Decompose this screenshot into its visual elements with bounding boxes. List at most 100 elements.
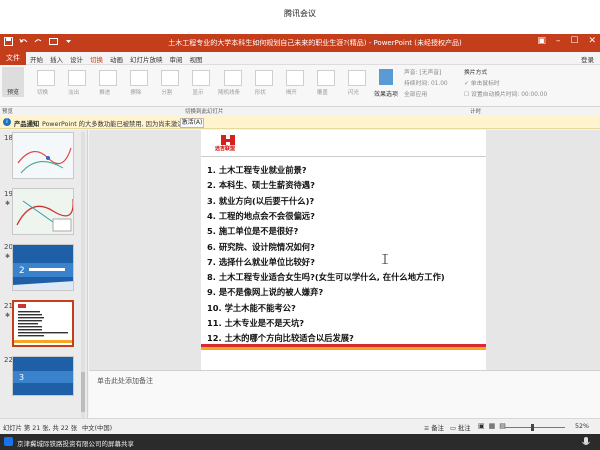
document-title: 土木工程专业的大学本科生如何规划自己未来的职业生涯?(精品) - PowerPo… — [168, 39, 462, 47]
window-controls: ▣ – ☐ ✕ — [537, 36, 596, 46]
transition-option[interactable]: 闪光 — [339, 67, 368, 99]
question-item: 7. 选择什么就业单位比较好? — [207, 256, 315, 267]
transition-option[interactable]: 擦除 — [121, 67, 150, 99]
minimize-icon[interactable]: – — [556, 36, 561, 46]
notes-toggle-label: 备注 — [431, 425, 444, 432]
current-slide[interactable]: 远吉联盟 1. 土木工程专业就业前景? 2. 本科生、硕士生薪资待遇? 3. 就业方… — [201, 130, 486, 370]
ribbon: 预览 切换 淡出 推进 擦除 分割 显示 随机线条 形状 揭开 覆盖 闪光 效果选项 声音: [无声… — [0, 65, 600, 107]
question-item: 3. 就业方向(以后要干什么)? — [207, 195, 315, 206]
screen-share-icon — [4, 437, 13, 446]
effect-options-button[interactable]: 效果选项 — [372, 67, 400, 101]
microphone-icon[interactable] — [580, 436, 592, 448]
sound-select[interactable]: 声音: [无声音] — [404, 68, 448, 79]
question-item: 12. 土木的哪个方向比较适合以后发展? — [207, 333, 354, 344]
slide-sorter-icon[interactable]: ▦ — [489, 422, 496, 430]
reading-view-icon[interactable]: ▤ — [499, 422, 506, 430]
transition-star-icon: ✱ — [5, 253, 11, 260]
zoom-slider[interactable] — [505, 427, 565, 428]
question-item: 9. 是不是像网上说的被人嫌弃? — [207, 287, 324, 298]
menu-tab[interactable]: 幻灯片放映 — [130, 54, 163, 64]
slide-thumbnail-19[interactable] — [12, 188, 74, 235]
menu-tab[interactable]: 动画 — [110, 54, 123, 64]
transition-option[interactable]: 随机线条 — [215, 67, 244, 99]
screen-share-bar: 京津冀城际铁路投资有限公司的屏幕共享 — [0, 434, 600, 450]
customize-qat-icon[interactable] — [64, 37, 73, 46]
question-item: 4. 工程的地点会不会很偏远? — [207, 210, 315, 221]
meeting-top-bar: 腾讯会议 — [0, 0, 600, 34]
preview-button[interactable]: 预览 — [2, 67, 24, 97]
notice-title: 产品通知 — [14, 121, 40, 128]
info-icon: i — [3, 118, 11, 126]
transition-gallery: 切换 淡出 推进 擦除 分割 显示 随机线条 形状 揭开 覆盖 闪光 — [28, 67, 368, 99]
notes-placeholder[interactable]: 单击此处添加备注 — [97, 376, 153, 386]
transition-option[interactable]: 覆盖 — [308, 67, 337, 99]
title-bar: 土木工程专业的大学本科生如何规划自己未来的职业生涯?(精品) - PowerPo… — [0, 34, 600, 52]
meeting-title: 腾讯会议 — [284, 9, 316, 18]
svg-text:2: 2 — [19, 266, 25, 276]
menu-tab[interactable]: 审阅 — [170, 54, 183, 64]
slide-thumbnail-18[interactable] — [12, 132, 74, 179]
close-icon[interactable]: ✕ — [588, 36, 596, 46]
maximize-icon[interactable]: ☐ — [570, 36, 578, 46]
advance-heading: 换片方式 — [464, 70, 488, 76]
login-link[interactable]: 登录 — [581, 54, 594, 64]
zoom-level[interactable]: 52% — [575, 423, 589, 430]
quick-access-toolbar — [4, 37, 73, 46]
menu-bar: 文件 开始 插入 设计 切换 动画 幻灯片放映 审阅 视图 登录 — [0, 52, 600, 65]
svg-text:3: 3 — [19, 373, 24, 382]
zoom-slider-handle[interactable] — [531, 424, 534, 431]
transition-star-icon: ✱ — [5, 200, 11, 207]
slide-thumbnail-20[interactable]: 2 — [12, 244, 74, 291]
menu-tab[interactable]: 开始 — [30, 54, 43, 64]
file-menu[interactable]: 文件 — [0, 52, 26, 65]
question-item: 1. 土木工程专业就业前景? — [207, 165, 307, 175]
transition-option[interactable]: 切换 — [28, 67, 57, 99]
auto-advance-label: 设置自动换片时间: 00:00.00 — [471, 92, 548, 98]
view-buttons: ▣ ▦ ▤ — [478, 422, 506, 430]
slide-thumbnail-22[interactable]: 3 — [12, 356, 74, 396]
auto-advance-checkbox[interactable]: ☐ 设置自动换片时间: 00:00.00 — [464, 90, 547, 101]
undo-icon[interactable] — [19, 37, 28, 46]
start-slideshow-icon[interactable] — [49, 37, 58, 46]
question-item: 10. 学土木能不能考公? — [207, 302, 296, 313]
transition-option[interactable]: 淡出 — [59, 67, 88, 99]
transition-option[interactable]: 形状 — [246, 67, 275, 99]
ribbon-display-icon[interactable]: ▣ — [537, 36, 546, 46]
question-list-thumbnail — [14, 302, 72, 345]
save-icon[interactable] — [4, 37, 13, 46]
menu-tab[interactable]: 设计 — [70, 54, 83, 64]
menu-tab[interactable]: 视图 — [190, 54, 203, 64]
transition-option[interactable]: 推进 — [90, 67, 119, 99]
activate-button[interactable]: 激活(A) — [180, 117, 204, 128]
slide-counter: 幻灯片 第 21 张, 共 22 张 — [3, 425, 78, 432]
transition-option[interactable]: 揭开 — [277, 67, 306, 99]
notes-pane[interactable]: 单击此处添加备注 — [89, 370, 600, 418]
group-label-timing: 计时 — [470, 109, 482, 115]
transition-star-icon: ✱ — [5, 312, 11, 319]
slide-thumbnails-panel[interactable]: 18 19 ✱ 20 ✱ 2 21 ✱ 22 3 — [0, 130, 88, 430]
on-click-label: 单击鼠标时 — [470, 81, 500, 87]
duration-field[interactable]: 持续时间: 01.00 — [404, 79, 448, 90]
advance-options: 换片方式 ✓ 单击鼠标时 ☐ 设置自动换片时间: 00:00.00 — [464, 68, 547, 101]
thumbnail-scrollbar[interactable] — [80, 132, 86, 428]
menu-tab[interactable]: 切换 — [90, 54, 103, 64]
slide-thumbnail-21[interactable] — [12, 300, 74, 347]
on-click-checkbox[interactable]: ✓ 单击鼠标时 — [464, 79, 547, 90]
transition-option[interactable]: 分割 — [152, 67, 181, 99]
question-item: 11. 土木专业是不是天坑? — [207, 318, 305, 328]
normal-view-icon[interactable]: ▣ — [478, 422, 485, 430]
group-label-preview: 预览 — [2, 109, 14, 115]
menu-tab[interactable]: 插入 — [50, 54, 63, 64]
notes-toggle[interactable]: ≡ 备注 — [424, 423, 444, 432]
transition-option[interactable]: 显示 — [183, 67, 212, 99]
notice-text: PowerPoint 的大多数功能已被禁用, 因为尚未激活。 — [42, 121, 190, 128]
header-rule — [201, 156, 486, 157]
ribbon-tabs: 开始 插入 设计 切换 动画 幻灯片放映 审阅 视图 — [30, 54, 203, 64]
comments-toggle[interactable]: ▭ 批注 — [450, 423, 471, 432]
apply-all-button[interactable]: 全部应用 — [404, 90, 448, 101]
map-thumbnail-image — [13, 133, 73, 178]
mouse-cursor-icon — [382, 254, 388, 264]
language-indicator[interactable]: 中文(中国) — [82, 423, 112, 432]
redo-icon[interactable] — [34, 37, 43, 46]
question-item: 2. 本科生、硕士生薪资待遇? — [207, 180, 315, 191]
